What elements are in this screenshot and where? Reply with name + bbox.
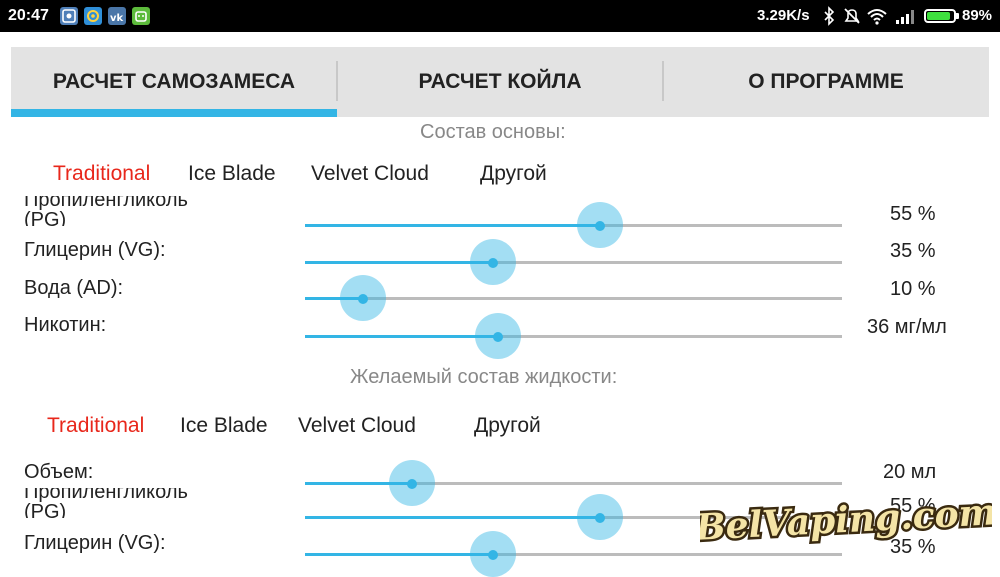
tab-bar: РАСЧЕТ САМОЗАМЕСА РАСЧЕТ КОЙЛА О ПРОГРАМ…	[11, 47, 989, 117]
target-vg-label: Глицерин (VG):	[24, 532, 166, 554]
target-preset-velvet-cloud[interactable]: Velvet Cloud	[298, 414, 416, 438]
svg-text:BelVaping.com: BelVaping.com	[700, 492, 992, 549]
base-nicotine-label: Никотин:	[24, 314, 107, 336]
base-preset-other[interactable]: Другой	[480, 162, 547, 186]
base-vg-slider[interactable]	[305, 239, 842, 285]
gallery-icon	[60, 7, 78, 25]
base-vg-label: Глицерин (VG):	[24, 239, 166, 261]
base-pg-label: Пропиленгликоль (PG)	[24, 196, 284, 226]
slider-thumb-dot	[493, 332, 503, 342]
tab-coil-calculation[interactable]: РАСЧЕТ КОЙЛА	[337, 47, 663, 117]
mute-icon	[842, 6, 860, 26]
slider-thumb-dot	[595, 221, 605, 231]
base-preset-ice-blade[interactable]: Ice Blade	[188, 162, 276, 186]
slider-fill	[305, 516, 600, 519]
battery-tip	[956, 13, 959, 19]
base-nicotine-slider[interactable]	[305, 313, 842, 359]
base-water-value: 10 %	[890, 278, 936, 300]
bluetooth-icon	[820, 6, 838, 26]
battery-percent: 89%	[962, 7, 993, 24]
base-water-label: Вода (AD):	[24, 277, 124, 299]
email-icon	[84, 7, 102, 25]
tab-indicator	[11, 109, 337, 117]
base-vg-value: 35 %	[890, 240, 936, 262]
base-section-title: Состав основы:	[420, 121, 566, 143]
tab-about[interactable]: О ПРОГРАММЕ	[663, 47, 989, 117]
svg-text:vk: vk	[110, 13, 124, 24]
slider-thumb-dot	[358, 294, 368, 304]
slider-fill	[305, 553, 493, 556]
target-volume-label: Объем:	[24, 461, 94, 483]
target-section-title: Желаемый состав жидкости:	[350, 366, 618, 388]
base-nicotine-value: 36 мг/мл	[867, 316, 947, 338]
base-preset-velvet-cloud[interactable]: Velvet Cloud	[311, 162, 429, 186]
tab-label: РАСЧЕТ КОЙЛА	[418, 70, 582, 93]
tab-label: О ПРОГРАММЕ	[748, 70, 904, 93]
signal-icon	[894, 6, 916, 26]
vk-icon: vk	[108, 7, 126, 25]
target-volume-value: 20 мл	[883, 461, 937, 483]
target-preset-ice-blade[interactable]: Ice Blade	[180, 414, 268, 438]
battery-fill	[927, 12, 951, 20]
base-pg-label-line1: Пропиленгликоль	[24, 196, 188, 211]
slider-thumb-dot	[595, 513, 605, 523]
target-pg-label-line1: Пропиленгликоль	[24, 488, 188, 503]
tab-mix-calculation[interactable]: РАСЧЕТ САМОЗАМЕСА	[11, 47, 337, 117]
android-icon	[132, 7, 150, 25]
tab-label: РАСЧЕТ САМОЗАМЕСА	[52, 70, 296, 93]
wifi-icon	[866, 6, 888, 26]
target-preset-other[interactable]: Другой	[474, 414, 541, 438]
watermark-logo: BelVaping.com	[700, 492, 992, 552]
slider-fill	[305, 261, 493, 264]
target-preset-traditional[interactable]: Traditional	[47, 414, 144, 438]
base-pg-slider[interactable]	[305, 202, 842, 248]
base-pg-label-line2: (PG)	[24, 209, 67, 226]
net-speed: 3.29K/s	[757, 7, 810, 24]
slider-fill	[305, 335, 498, 338]
base-pg-value: 55 %	[890, 203, 936, 225]
target-pg-label-line2: (PG)	[24, 501, 67, 518]
battery-icon	[924, 9, 956, 23]
status-time: 20:47	[8, 7, 49, 24]
base-preset-traditional[interactable]: Traditional	[53, 162, 150, 186]
base-water-slider[interactable]	[305, 275, 842, 321]
status-bar: 20:47 vk 3.29K/s 89%	[0, 0, 1000, 32]
target-pg-label: Пропиленгликоль (PG)	[24, 488, 284, 518]
slider-thumb-dot	[488, 550, 498, 560]
slider-thumb-dot	[407, 479, 417, 489]
slider-thumb-dot	[488, 258, 498, 268]
slider-fill	[305, 224, 600, 227]
